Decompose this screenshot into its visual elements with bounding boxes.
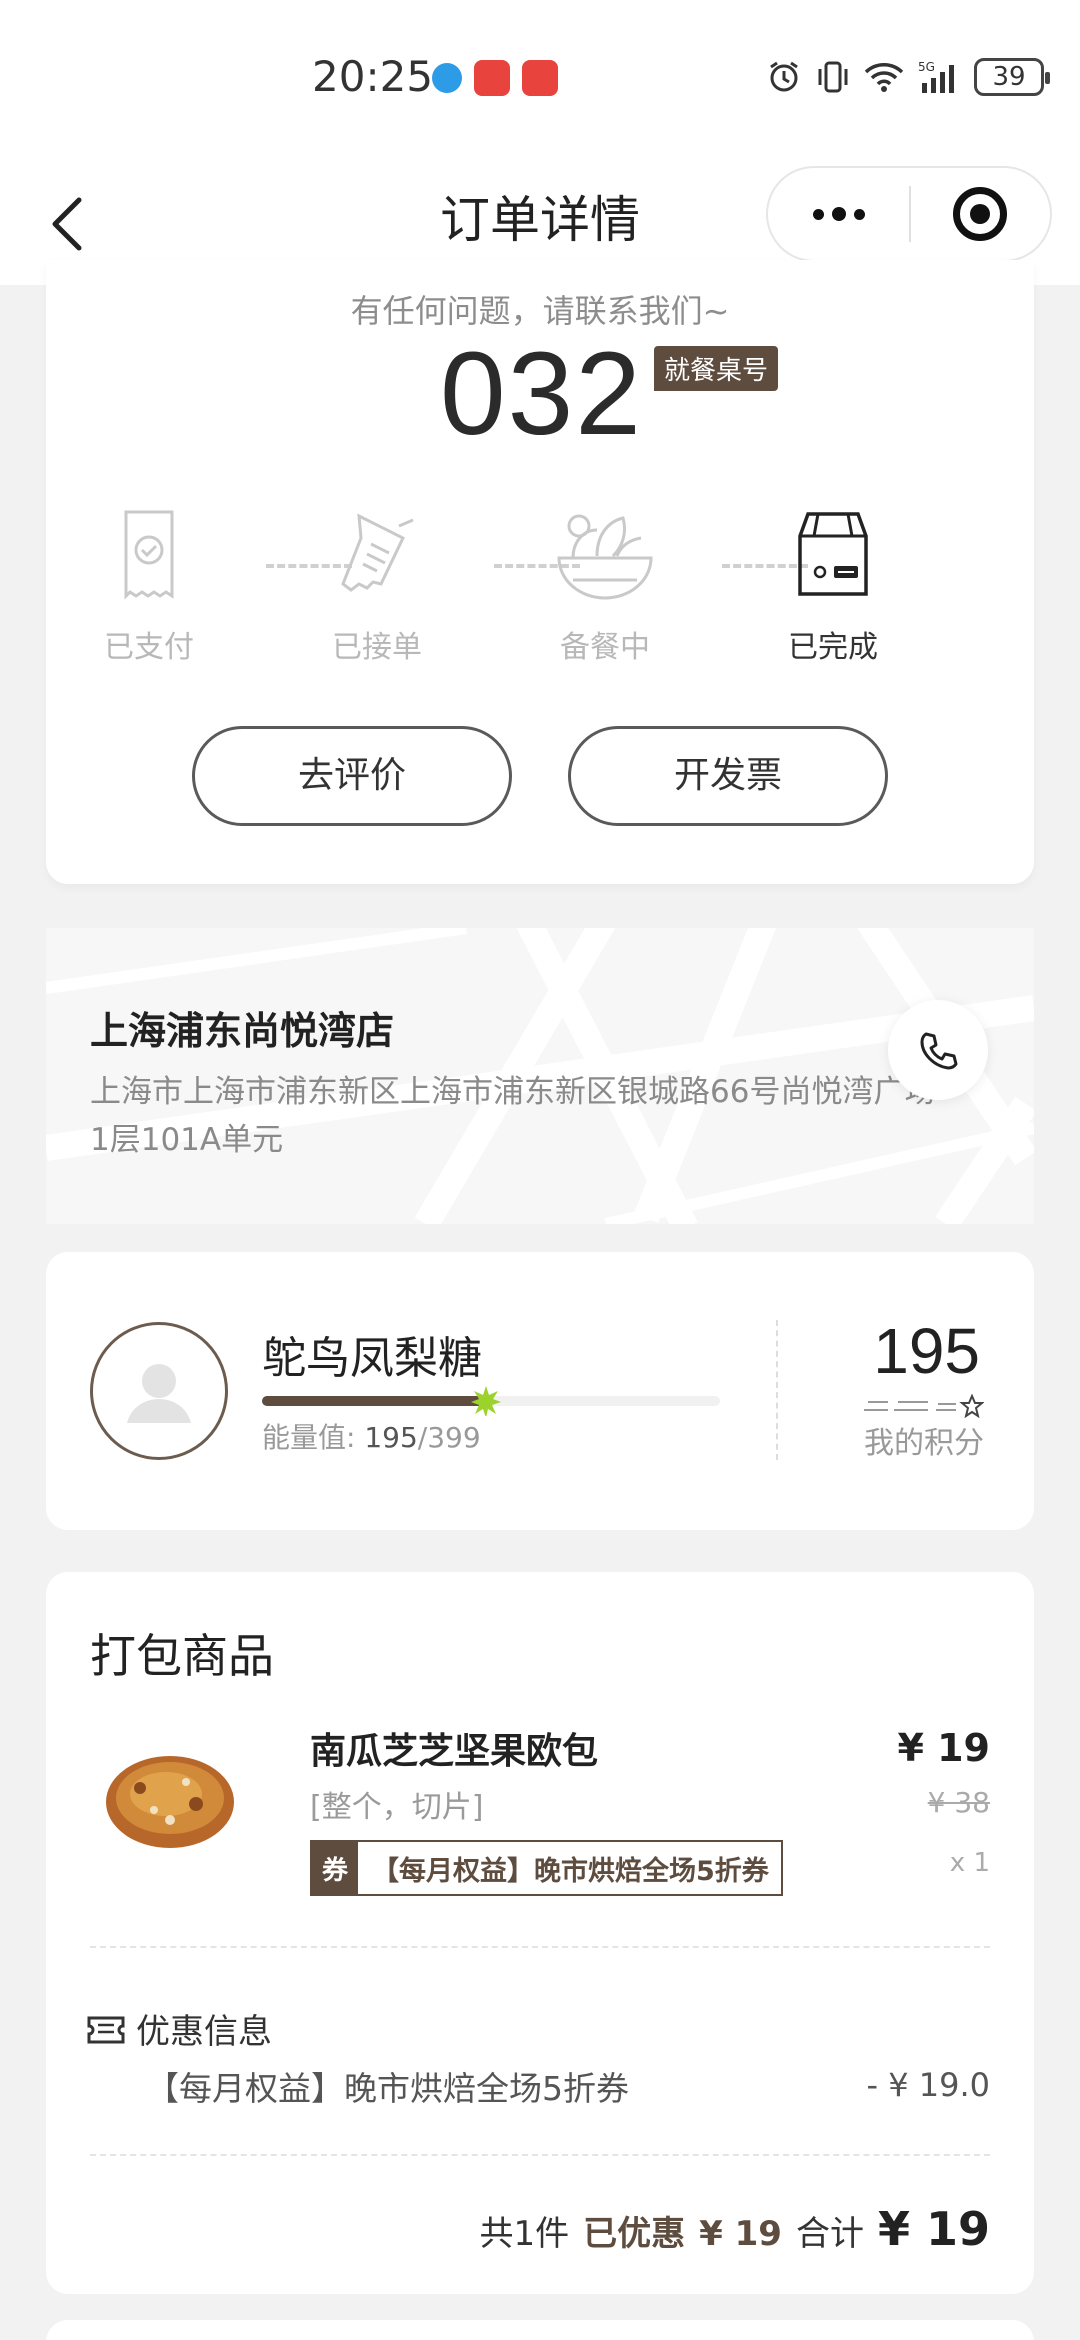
step-accepted: 已接单	[302, 506, 452, 666]
points-star-icon	[864, 1394, 984, 1418]
battery-indicator: 39	[974, 58, 1050, 96]
promo-header-label: 优惠信息	[136, 2012, 272, 2052]
receipt-pen-icon	[341, 513, 414, 592]
call-store-button[interactable]	[888, 1000, 988, 1100]
food-bowl-icon	[557, 514, 653, 600]
step-label: 已支付	[104, 630, 194, 665]
status-app-icons	[432, 60, 558, 96]
energy-total: /399	[417, 1421, 481, 1454]
section-title: 打包商品	[90, 1629, 274, 1683]
app-notification-icon	[432, 63, 462, 93]
step-label: 已完成	[788, 630, 878, 665]
table-number-tag: 就餐桌号	[654, 346, 779, 391]
spark-icon	[471, 1386, 502, 1416]
order-progress-steps: 已支付 已接单 备餐中 已完成	[46, 506, 1034, 676]
product-quantity: x 1	[949, 1848, 990, 1878]
coupon-text: 【每月权益】晚市烘焙全场5折券	[372, 1855, 769, 1887]
status-bar: 20:25 5G 39	[0, 0, 1080, 160]
miniprogram-capsule	[766, 166, 1052, 262]
order-status-card: 有任何问题，请联系我们~ 032 就餐桌号 已支付 已接单 备餐中 已完成 去评…	[46, 260, 1034, 884]
svg-text:5G: 5G	[918, 60, 935, 74]
promo-item: 【每月权益】晚市烘焙全场5折券	[146, 2069, 629, 2108]
review-button[interactable]: 去评价	[192, 726, 512, 826]
close-miniprogram-button[interactable]	[911, 168, 1050, 260]
sum-value: ¥ 19	[877, 2202, 990, 2256]
signal-icon: 5G	[918, 60, 954, 93]
product-original-price: ¥ 38	[927, 1786, 990, 1819]
step-completed: 已完成	[758, 506, 908, 666]
invoice-button[interactable]: 开发票	[568, 726, 888, 826]
ticket-icon	[87, 2016, 125, 2043]
vibrate-icon	[818, 61, 848, 93]
coupon-tag: 券 【每月权益】晚市烘焙全场5折券	[310, 1840, 783, 1896]
divider	[90, 1946, 990, 1948]
discount-label: 已优惠	[583, 2214, 686, 2254]
energy-value-text: 能量值: 195/399	[262, 1416, 481, 1456]
app-notification-icon	[474, 60, 510, 96]
member-name: 鸵鸟凤梨糖	[262, 1333, 482, 1384]
alarm-icon	[770, 61, 798, 92]
points-label: 我的积分	[864, 1426, 984, 1461]
more-dots-icon	[812, 208, 824, 220]
step-paid: 已支付	[74, 506, 224, 666]
total-count: 共1件	[479, 2214, 570, 2254]
app-notification-icon	[522, 60, 558, 96]
next-card-peek	[46, 2320, 1034, 2340]
order-total-row: 共1件 已优惠 ¥ 19 合计 ¥ 19	[480, 2202, 991, 2256]
phone-icon	[920, 1032, 958, 1070]
receipt-check-icon	[124, 510, 174, 600]
promo-amount: - ¥ 19.0	[866, 2066, 991, 2104]
promo-header: 优惠信息	[86, 2004, 272, 2053]
store-address: 上海市上海市浦东新区上海市浦东新区银城路66号尚悦湾广场1层101A单元	[90, 1074, 936, 1158]
product-image	[106, 1756, 234, 1848]
product-spec: [整个，切片]	[310, 1790, 484, 1825]
step-preparing: 备餐中	[530, 506, 680, 666]
sum-label: 合计	[795, 2214, 864, 2254]
points-value: 195	[873, 1315, 980, 1387]
coupon-badge: 券	[312, 1842, 358, 1894]
bag-icon	[798, 512, 868, 596]
target-icon	[953, 187, 1008, 241]
product-price: ¥ 19	[897, 1726, 990, 1770]
member-card[interactable]: 鸵鸟凤梨糖 能量值: 195/399 195 我的积分	[46, 1252, 1034, 1530]
discount-value: ¥ 19	[699, 2214, 782, 2254]
member-divider	[776, 1320, 778, 1460]
divider	[90, 2154, 990, 2156]
user-placeholder-icon	[127, 1364, 191, 1423]
more-dots-icon	[853, 208, 865, 220]
table-number: 032	[440, 328, 643, 460]
status-time: 20:25	[312, 52, 434, 101]
store-name: 上海浦东尚悦湾店	[90, 1009, 395, 1053]
product-name: 南瓜芝芝坚果欧包	[310, 1731, 599, 1772]
packed-goods-card: 打包商品 南瓜芝芝坚果欧包 [整个，切片] 券 【每月权益】晚市烘焙全场5折券 …	[46, 1572, 1034, 2294]
step-label: 已接单	[332, 630, 422, 665]
step-label: 备餐中	[560, 630, 650, 665]
store-card: 上海浦东尚悦湾店 上海市上海市浦东新区上海市浦东新区银城路66号尚悦湾广场1层1…	[46, 928, 1034, 1224]
status-indicators: 5G 39	[766, 58, 1050, 96]
more-dots-icon	[831, 207, 846, 221]
wifi-icon	[864, 63, 904, 92]
energy-label: 能量值:	[262, 1421, 356, 1454]
more-button[interactable]	[768, 168, 909, 260]
energy-current: 195	[364, 1421, 418, 1454]
avatar	[90, 1322, 228, 1460]
energy-progress-fill	[262, 1396, 487, 1406]
